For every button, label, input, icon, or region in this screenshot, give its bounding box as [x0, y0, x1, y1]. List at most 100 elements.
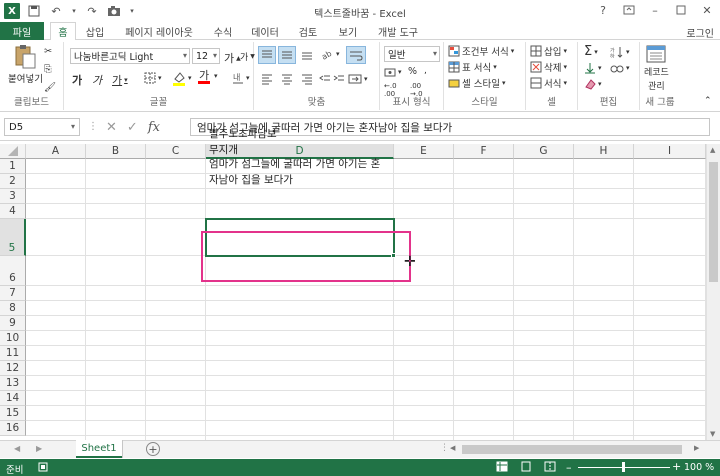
- row-header-8[interactable]: 8: [0, 301, 26, 316]
- column-header-c[interactable]: C: [146, 144, 206, 159]
- row-header-2[interactable]: 2: [0, 174, 26, 189]
- minimize-icon[interactable]: –: [642, 0, 668, 20]
- tab-page-layout[interactable]: 페이지 레이아웃: [122, 22, 196, 40]
- decrease-indent-icon[interactable]: [318, 70, 332, 88]
- tab-review[interactable]: 검토: [294, 22, 322, 40]
- help-icon[interactable]: ?: [590, 0, 616, 20]
- sheet-tab-sheet1[interactable]: Sheet1: [76, 440, 122, 458]
- row-header-14[interactable]: 14: [0, 391, 26, 406]
- clear-icon[interactable]: ▾: [584, 78, 602, 90]
- wrap-text-icon[interactable]: [346, 46, 366, 64]
- number-format-select[interactable]: 일반 ▾: [384, 46, 440, 62]
- signin-link[interactable]: 로그인: [686, 25, 714, 40]
- scroll-right-icon[interactable]: ▶: [694, 444, 699, 452]
- copy-icon[interactable]: ⎘: [44, 64, 52, 75]
- font-color-dropdown-icon[interactable]: ▾: [214, 72, 218, 80]
- accounting-icon[interactable]: ▾: [384, 66, 402, 78]
- ribbon-display-icon[interactable]: [616, 0, 642, 20]
- italic-button[interactable]: 가: [92, 72, 102, 88]
- scroll-left-icon[interactable]: ◀: [450, 444, 455, 452]
- align-left-icon[interactable]: [258, 70, 276, 88]
- bold-button[interactable]: 가: [72, 72, 82, 88]
- row-header-15[interactable]: 15: [0, 406, 26, 421]
- row-header-4[interactable]: 4: [0, 204, 26, 219]
- align-center-icon[interactable]: [278, 70, 296, 88]
- insert-cells-button[interactable]: 삽입 ▾: [530, 44, 567, 58]
- record-manage-button[interactable]: 레코드 관리: [644, 44, 669, 92]
- vertical-scroll-thumb[interactable]: [709, 162, 718, 282]
- maximize-icon[interactable]: [668, 0, 694, 20]
- tab-view[interactable]: 보기: [334, 22, 362, 40]
- paste-button[interactable]: 붙여넣기: [8, 44, 43, 85]
- column-header-e[interactable]: E: [394, 144, 454, 159]
- fill-color-icon[interactable]: ▾: [172, 70, 192, 86]
- comma-icon[interactable]: ,: [424, 66, 427, 76]
- column-header-b[interactable]: B: [86, 144, 146, 159]
- insert-function-icon[interactable]: fx: [148, 120, 160, 135]
- column-header-i[interactable]: I: [634, 144, 706, 159]
- select-all-corner[interactable]: [0, 144, 26, 159]
- phonetic-icon[interactable]: 내 ▾: [232, 72, 250, 84]
- row-header-11[interactable]: 11: [0, 346, 26, 361]
- column-header-f[interactable]: F: [454, 144, 514, 159]
- column-header-h[interactable]: H: [574, 144, 634, 159]
- align-right-icon[interactable]: [298, 70, 316, 88]
- conditional-format-button[interactable]: 조건부 서식 ▾: [448, 44, 514, 58]
- font-size-select[interactable]: 12 ▾: [192, 48, 220, 64]
- autosum-icon[interactable]: Σ ▾: [584, 44, 598, 59]
- page-layout-view-icon[interactable]: [520, 461, 532, 472]
- row-header-1[interactable]: 1: [0, 159, 26, 174]
- column-header-g[interactable]: G: [514, 144, 574, 159]
- collapse-ribbon-icon[interactable]: ⌃: [704, 96, 712, 106]
- font-name-select[interactable]: 나눔바른고딕 Light ▾: [70, 48, 190, 64]
- enter-entry-icon[interactable]: ✓: [127, 120, 138, 135]
- zoom-slider-thumb[interactable]: [622, 462, 625, 472]
- middle-align-icon[interactable]: [278, 46, 296, 64]
- worksheet-grid[interactable]: A B C D E F G H I 1 2 3 4 5 6 7 8 9 10 11 12 13 14 15 16 빨주노초파남보 무…: [0, 128, 720, 440]
- close-icon[interactable]: ✕: [694, 0, 720, 20]
- tab-file[interactable]: 파일: [0, 22, 44, 40]
- column-header-a[interactable]: A: [26, 144, 86, 159]
- row-header-7[interactable]: 7: [0, 286, 26, 301]
- font-color-icon[interactable]: 가: [198, 70, 210, 84]
- scroll-up-icon[interactable]: ▲: [710, 146, 715, 154]
- grow-font-button[interactable]: 가 ▲: [224, 50, 241, 66]
- macro-record-icon[interactable]: [38, 462, 48, 472]
- horizontal-scroll-thumb[interactable]: [462, 445, 682, 454]
- tab-home[interactable]: 홈: [50, 22, 76, 41]
- shrink-font-button[interactable]: 가 ▼: [240, 50, 255, 63]
- name-box[interactable]: D5 ▾: [4, 118, 80, 136]
- cancel-entry-icon[interactable]: ✕: [106, 120, 117, 135]
- increase-indent-icon[interactable]: [332, 70, 346, 88]
- row-header-5[interactable]: 5: [0, 219, 26, 256]
- zoom-out-icon[interactable]: –: [566, 461, 572, 474]
- underline-button[interactable]: 가 ▾: [112, 72, 128, 88]
- top-align-icon[interactable]: [258, 46, 276, 64]
- vertical-scrollbar[interactable]: ▲ ▼: [706, 144, 720, 440]
- row-header-3[interactable]: 3: [0, 189, 26, 204]
- scroll-down-icon[interactable]: ▼: [710, 430, 715, 438]
- cell-styles-button[interactable]: 셀 스타일 ▾: [448, 76, 506, 90]
- prev-sheet-icon[interactable]: ◀: [14, 444, 20, 453]
- zoom-in-icon[interactable]: +: [672, 460, 681, 473]
- format-as-table-button[interactable]: 표 서식 ▾: [448, 60, 497, 74]
- orientation-icon[interactable]: ab ▾: [320, 48, 339, 60]
- fill-icon[interactable]: ▾: [584, 62, 602, 74]
- row-header-6[interactable]: 6: [0, 256, 26, 286]
- tab-formulas[interactable]: 수식: [208, 22, 238, 40]
- next-sheet-icon[interactable]: ▶: [36, 444, 42, 453]
- tab-developer[interactable]: 개발 도구: [374, 22, 422, 40]
- add-sheet-icon[interactable]: +: [146, 442, 160, 456]
- cut-icon[interactable]: ✂: [44, 46, 52, 57]
- page-break-view-icon[interactable]: [544, 461, 556, 472]
- format-cells-button[interactable]: 서식 ▾: [530, 76, 567, 90]
- borders-icon[interactable]: ▾: [144, 72, 162, 84]
- find-select-icon[interactable]: ▾: [610, 62, 630, 74]
- row-header-10[interactable]: 10: [0, 331, 26, 346]
- sort-filter-icon[interactable]: 가 하 ▾: [610, 46, 630, 58]
- row-header-9[interactable]: 9: [0, 316, 26, 331]
- row-header-16[interactable]: 16: [0, 421, 26, 436]
- tab-insert[interactable]: 삽입: [80, 22, 110, 40]
- bottom-align-icon[interactable]: [298, 46, 316, 64]
- tab-data[interactable]: 데이터: [248, 22, 282, 40]
